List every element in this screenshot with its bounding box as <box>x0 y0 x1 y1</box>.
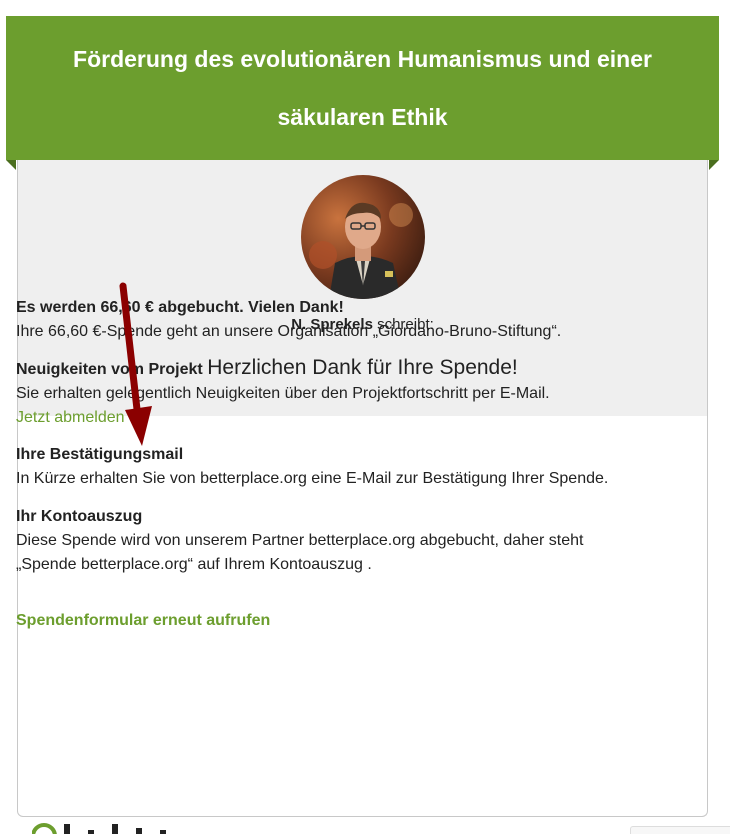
banner-fold-left <box>6 160 16 170</box>
betterplace-logo-icon <box>32 822 212 834</box>
section-statement-text-line2: „Spende betterplace.org“ auf Ihrem Konto… <box>16 556 372 573</box>
avatar-photo <box>301 175 425 299</box>
red-down-arrow-icon <box>119 282 152 446</box>
avatar <box>301 175 425 299</box>
section-confirmation-text: In Kürze erhalten Sie von betterplace.or… <box>16 470 609 487</box>
section-statement-text-line1: Diese Spende wird von unserem Partner be… <box>16 532 584 549</box>
recaptcha-badge <box>630 826 730 834</box>
header-title-line1: Förderung des evolutionären Humanismus u… <box>73 46 652 72</box>
header-banner: Förderung des evolutionären Humanismus u… <box>6 16 719 160</box>
donation-confirmation-page: Förderung des evolutionären Humanismus u… <box>0 0 730 834</box>
section-confirmation-mail: Ihre Bestätigungsmail In Kürze erhalten … <box>16 443 676 491</box>
section-statement-heading: Ihr Kontoauszug <box>16 508 143 525</box>
reopen-form-link[interactable]: Spendenformular erneut aufrufen <box>16 609 270 632</box>
header-title-line2: säkularen Ethik <box>277 104 448 130</box>
section-statement: Ihr Kontoauszug Diese Spende wird von un… <box>16 505 676 577</box>
banner-fold-right <box>709 160 719 170</box>
